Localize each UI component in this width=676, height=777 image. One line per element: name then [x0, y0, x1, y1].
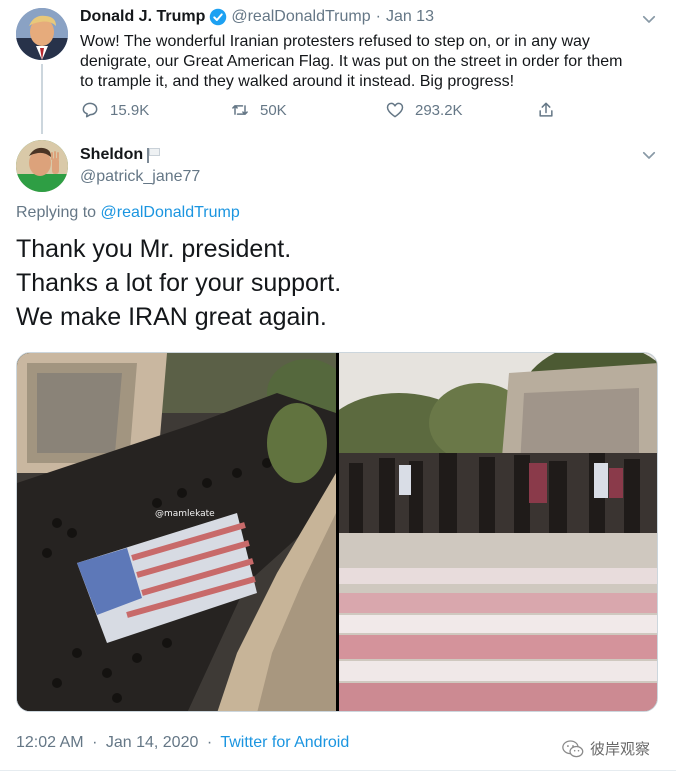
wechat-icon [562, 739, 584, 757]
replying-to: Replying to @realDonaldTrump [16, 204, 240, 222]
watermark-text: 彼岸观察 [590, 741, 651, 758]
main-author-row: Sheldon [80, 146, 161, 164]
parent-author-handle[interactable]: @realDonaldTrump [231, 8, 370, 26]
tweet-line: Thanks a lot for your support. [16, 269, 342, 297]
tweet-source-link[interactable]: Twitter for Android [220, 734, 349, 751]
tweet-line: Thank you Mr. president. [16, 235, 292, 263]
like-button[interactable]: 293.2K [385, 100, 463, 120]
parent-tweet-actions: 15.9K 50K 293.2K [80, 100, 580, 122]
main-tweet-text: Thank you Mr. president. Thanks a lot fo… [16, 232, 341, 334]
trump-avatar[interactable] [16, 8, 68, 60]
reply-button[interactable]: 15.9K [80, 100, 149, 120]
reply-icon [82, 102, 98, 118]
chevron-down-icon[interactable] [640, 146, 658, 164]
replying-to-link[interactable]: @realDonaldTrump [101, 204, 240, 221]
sheldon-avatar[interactable] [16, 140, 68, 192]
main-author-handle[interactable]: @patrick_jane77 [80, 168, 200, 186]
like-icon [386, 102, 404, 118]
tweet-timestamp-row: 12:02 AM · Jan 14, 2020 · Twitter for An… [16, 734, 349, 752]
media-photo-street[interactable] [339, 353, 657, 711]
white-flag-icon [146, 147, 161, 163]
parent-author-name[interactable]: Donald J. Trump [80, 8, 205, 26]
media-photo-aerial[interactable]: @mamlekate [17, 353, 336, 711]
source-separator: · [206, 734, 213, 751]
parent-tweet[interactable]: Donald J. Trump @realDonaldTrump · Jan 1… [0, 0, 676, 134]
timestamp-separator: · [92, 734, 98, 751]
replying-prefix: Replying to [16, 204, 97, 221]
overlay-watermark: 彼岸观察 [562, 738, 650, 759]
parent-header-separator: · [375, 8, 381, 25]
share-icon [539, 102, 553, 117]
tweet-line: We make IRAN great again. [16, 303, 327, 331]
share-button[interactable] [536, 100, 566, 120]
chevron-down-icon[interactable] [640, 10, 658, 28]
tweet-time[interactable]: 12:02 AM [16, 734, 84, 751]
parent-tweet-header: Donald J. Trump @realDonaldTrump · Jan 1… [80, 8, 434, 26]
like-count: 293.2K [415, 101, 463, 119]
tweet-media[interactable]: @mamlekate [16, 352, 658, 712]
parent-tweet-text: Wow! The wonderful Iranian protesters re… [80, 33, 623, 90]
parent-tweet-date[interactable]: Jan 13 [386, 8, 434, 26]
verified-badge-icon [209, 8, 227, 26]
thread-connector [41, 64, 43, 134]
reply-count: 15.9K [110, 101, 150, 119]
media-watermark-text: @mamlekate [155, 509, 215, 519]
bottom-divider [0, 770, 676, 771]
retweet-button[interactable]: 50K [230, 100, 287, 120]
retweet-icon [232, 105, 248, 115]
tweet-date[interactable]: Jan 14, 2020 [106, 734, 199, 751]
retweet-count: 50K [260, 101, 287, 119]
main-author-name[interactable]: Sheldon [80, 146, 143, 164]
